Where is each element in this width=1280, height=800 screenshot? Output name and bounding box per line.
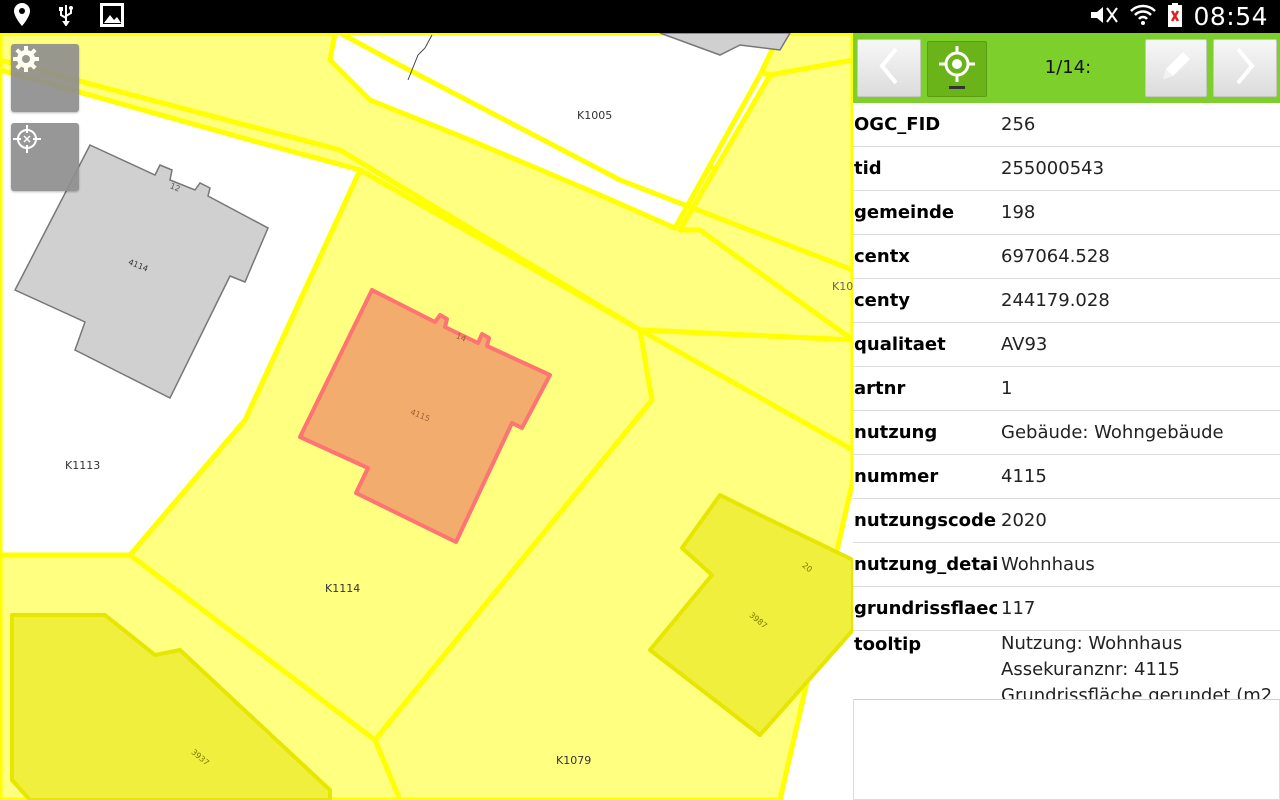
mute-icon [1089, 4, 1119, 30]
attribute-key: gemeinde [854, 202, 955, 223]
center-feature-button[interactable] [927, 41, 987, 97]
attribute-key: artnr [854, 378, 906, 399]
attribute-value: AV93 [1001, 334, 1048, 355]
panel-empty-area [853, 699, 1280, 800]
label-k1079: K1079 [556, 754, 592, 767]
attribute-row-tooltip: tooltip Nutzung: Wohnhaus Assekuranznr: … [853, 631, 1280, 709]
attribute-table: OGC_FID 256 tid 255000543 gemeinde 198 cent… [853, 103, 1280, 709]
attribute-value: Gebäude: Wohngebäude [1001, 422, 1224, 443]
label-k1114: K1114 [325, 582, 361, 595]
map-view[interactable]: K1005 K1113 K1114 K1079 K10 4114 4115 39… [0, 33, 853, 800]
target-icon [937, 44, 977, 94]
attribute-key: centy [854, 290, 911, 311]
panel-toolbar: 1/14: [853, 33, 1280, 103]
edit-button[interactable] [1145, 39, 1207, 97]
tooltip-line: Nutzung: Wohnhaus [1001, 633, 1183, 654]
usb-icon [58, 4, 74, 30]
feature-info-panel: 1/14: OGC_FID 256 tid 255000543 gemeinde 19… [853, 33, 1280, 800]
attribute-key: nutzungscode [854, 510, 997, 531]
attribute-row: nutzungscode 2020 [853, 499, 1280, 543]
label-k1113: K1113 [65, 459, 101, 472]
attribute-row: artnr 1 [853, 367, 1280, 411]
attribute-key: tid [854, 158, 882, 179]
attribute-value: Wohnhaus [1001, 554, 1095, 575]
attribute-row: grundrissflaech 117 [853, 587, 1280, 631]
battery-icon [1167, 2, 1183, 32]
attribute-row: OGC_FID 256 [853, 103, 1280, 147]
location-pin-icon [12, 2, 32, 32]
attribute-row: tid 255000543 [853, 147, 1280, 191]
attribute-row: gemeinde 198 [853, 191, 1280, 235]
tooltip-value: Nutzung: Wohnhaus Assekuranznr: 4115 Gru… [1001, 631, 1280, 708]
attribute-row: qualitaet AV93 [853, 323, 1280, 367]
attribute-row: centy 244179.028 [853, 279, 1280, 323]
attribute-value: 255000543 [1001, 158, 1105, 179]
attribute-row: nutzung_detaill Wohnhaus [853, 543, 1280, 587]
wifi-icon [1129, 3, 1157, 31]
locate-button[interactable] [11, 123, 79, 191]
attribute-key: OGC_FID [854, 114, 941, 135]
attribute-value: 256 [1001, 114, 1036, 135]
chevron-right-icon [1233, 46, 1257, 90]
attribute-key: grundrissflaech [854, 598, 997, 619]
feature-counter: 1/14: [1044, 57, 1092, 78]
pencil-icon [1159, 49, 1193, 87]
previous-button[interactable] [857, 39, 921, 97]
attribute-row: nutzung Gebäude: Wohngebäude [853, 411, 1280, 455]
status-bar: 08:54 [0, 0, 1280, 33]
attribute-value: 697064.528 [1001, 246, 1110, 267]
label-k1005: K1005 [577, 109, 613, 122]
tooltip-line: Assekuranznr: 4115 [1001, 659, 1180, 680]
attribute-value: 1 [1001, 378, 1013, 399]
attribute-key: centx [854, 246, 910, 267]
label-k10: K10 [832, 280, 853, 293]
next-button[interactable] [1213, 39, 1277, 97]
clock: 08:54 [1193, 2, 1268, 31]
attribute-key: nutzung_detaill [854, 554, 997, 575]
attribute-value: 2020 [1001, 510, 1047, 531]
attribute-value: 244179.028 [1001, 290, 1110, 311]
chevron-left-icon [877, 46, 901, 90]
attribute-value: 4115 [1001, 466, 1047, 487]
attribute-key: qualitaet [854, 334, 946, 355]
attribute-value: 117 [1001, 598, 1036, 619]
image-icon [100, 2, 124, 31]
attribute-key: tooltip [854, 634, 922, 655]
attribute-row: centx 697064.528 [853, 235, 1280, 279]
attribute-key: nutzung [854, 422, 938, 443]
attribute-key: nummer [854, 466, 939, 487]
attribute-row: nummer 4115 [853, 455, 1280, 499]
attribute-value: 198 [1001, 202, 1036, 223]
settings-button[interactable] [11, 44, 79, 112]
